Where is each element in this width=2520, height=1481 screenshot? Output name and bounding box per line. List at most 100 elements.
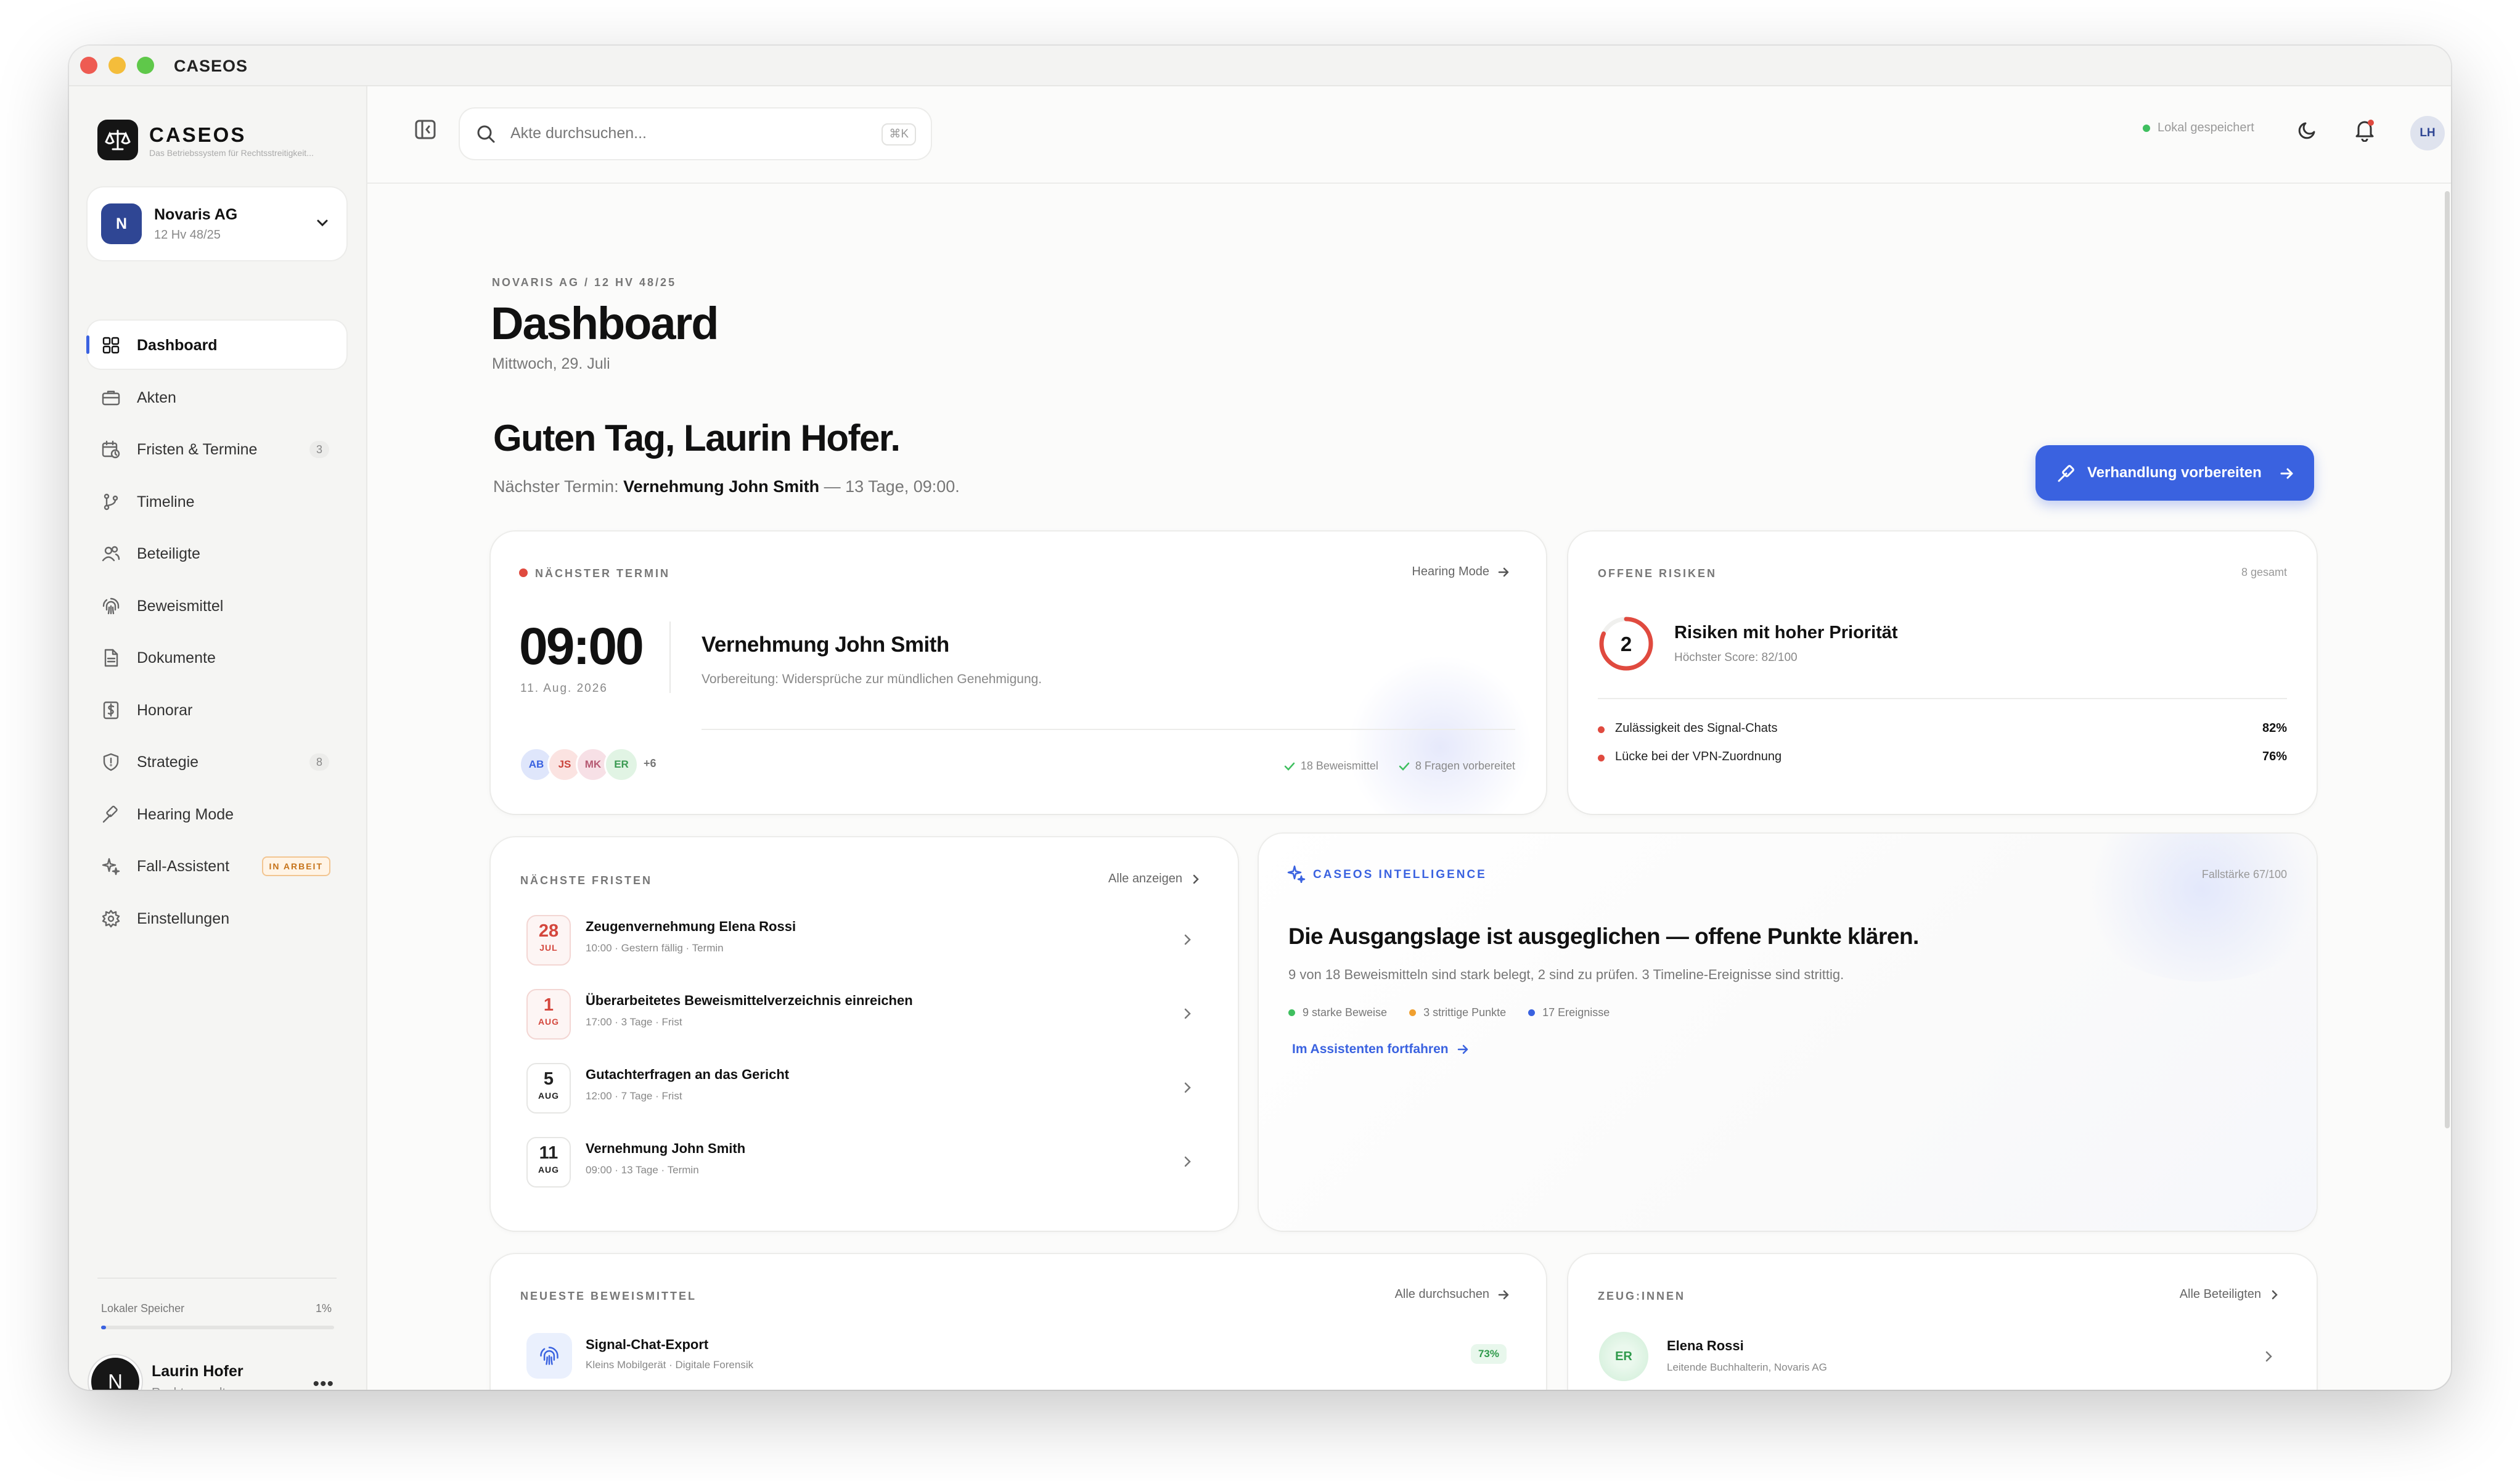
case-strength: Fallstärke 67/100	[2201, 868, 2287, 880]
page-title: Dashboard	[491, 298, 719, 349]
intelligence-title: Die Ausgangslage ist ausgeglichen — offe…	[1288, 924, 1919, 949]
storage-bar-fill	[101, 1326, 106, 1329]
active-indicator	[86, 335, 89, 354]
prepare-hearing-button[interactable]: Verhandlung vorbereiten	[2035, 445, 2314, 501]
bell-icon[interactable]	[2352, 117, 2377, 142]
sidebar-item-beweismittel[interactable]: Beweismittel	[88, 581, 346, 630]
sidebar-toggle-icon[interactable]	[414, 118, 436, 141]
evidence-title: Signal-Chat-Export	[586, 1337, 709, 1352]
sidebar-item-fall-assistent[interactable]: Fall-Assistent IN ARBEIT	[88, 842, 346, 890]
dollar-icon	[101, 700, 121, 720]
sparkles-icon	[101, 856, 121, 876]
sidebar-item-label: Dokumente	[137, 649, 216, 667]
intelligence-tag-label: 3 strittige Punkte	[1423, 1006, 1507, 1019]
scrollbar[interactable]	[2445, 191, 2450, 1128]
sidebar-item-timeline[interactable]: Timeline	[88, 477, 346, 525]
shield-icon	[101, 752, 121, 772]
risk-score: 82%	[2262, 721, 2287, 735]
sidebar-item-einstellungen[interactable]: Einstellungen	[88, 894, 346, 942]
deadline-meta: 10:00 · Gestern fällig · Termin	[586, 942, 724, 954]
fingerprint-icon	[526, 1333, 572, 1379]
check-icon	[1283, 760, 1296, 773]
evidence-meta: Kleins Mobilgerät · Digitale Forensik	[586, 1359, 754, 1371]
participant-avatar: ER	[604, 747, 639, 782]
next-appointment-line: Nächster Termin: Vernehmung John Smith —…	[493, 477, 960, 496]
sidebar-item-label: Einstellungen	[137, 909, 230, 927]
open-risks-card: OFFENE RISIKEN 8 gesamt 2 Risiken mit ho…	[1568, 531, 2317, 814]
hearing-mode-link[interactable]: Hearing Mode	[1412, 565, 1510, 579]
risk-count: 2	[1620, 633, 1632, 655]
sidebar-item-label: Beweismittel	[137, 597, 224, 615]
evidence-score-badge: 73%	[1470, 1344, 1507, 1364]
deadline-item[interactable]: 5 AUG Gutachterfragen an das Gericht 12:00 …	[522, 1063, 1207, 1130]
title-bar: CASEOS	[69, 46, 2451, 86]
save-status: Lokal gespeichert	[2143, 121, 2254, 135]
next-prefix: Nächster Termin:	[493, 477, 624, 496]
fingerprint-icon	[101, 596, 121, 616]
deadline-title: Gutachterfragen an das Gericht	[586, 1067, 790, 1082]
appointment-title: Vernehmung John Smith	[702, 633, 949, 657]
gear-icon	[101, 909, 121, 929]
sidebar-item-hearing-mode[interactable]: Hearing Mode	[88, 790, 346, 838]
sidebar-item-label: Beteiligte	[137, 545, 200, 562]
moon-icon[interactable]	[2296, 118, 2319, 142]
intelligence-tag-label: 9 starke Beweise	[1303, 1006, 1388, 1019]
save-status-label: Lokal gespeichert	[2158, 121, 2254, 134]
greeting-title: Guten Tag, Laurin Hofer.	[493, 417, 901, 459]
chevron-right-icon	[2261, 1349, 2276, 1364]
risk-dot-icon	[1598, 755, 1605, 761]
sidebar-item-label: Fristen & Termine	[137, 441, 258, 458]
arrow-right-icon	[1456, 1043, 1470, 1056]
user-card[interactable]: N Laurin Hofer Rechtsanwalt •••	[91, 1358, 350, 1390]
all-participants-link[interactable]: Alle Beteiligten	[2180, 1287, 2281, 1302]
user-avatar-menu[interactable]: LH	[2410, 116, 2451, 150]
deadlines-label: NÄCHSTE FRISTEN	[520, 874, 653, 887]
deadline-month: AUG	[538, 1017, 560, 1027]
sidebar-item-dashboard[interactable]: Dashboard	[86, 321, 346, 369]
close-window-button[interactable]	[80, 57, 97, 74]
sidebar-item-honorar[interactable]: Honorar	[88, 686, 346, 734]
search-bar[interactable]: Akte durchsuchen... ⌘K	[460, 109, 931, 159]
sidebar-item-fristen-termine[interactable]: Fristen & Termine 3	[88, 425, 346, 473]
zoom-window-button[interactable]	[137, 57, 154, 74]
deadline-item[interactable]: 1 AUG Überarbeitetes Beweismittelverzeichn…	[522, 989, 1207, 1056]
sidebar-item-beteiligte[interactable]: Beteiligte	[88, 529, 346, 577]
witness-item[interactable]: ER Elena Rossi Leitende Buchhalterin, Nova…	[1599, 1332, 2286, 1390]
count-badge: 3	[309, 441, 329, 458]
user-name: Laurin Hofer	[152, 1363, 243, 1380]
sidebar: CASEOS Das Betriebssystem für Rechtsstre…	[69, 86, 367, 1390]
case-switcher[interactable]: N Novaris AG 12 Hv 48/25	[88, 187, 346, 260]
card-glow	[1348, 655, 1532, 814]
search-input[interactable]: Akte durchsuchen...	[510, 125, 647, 142]
browse-all-link[interactable]: Alle durchsuchen	[1395, 1287, 1510, 1302]
evidence-item[interactable]: Signal-Chat-Export Kleins Mobilgerät · Di…	[522, 1329, 1515, 1390]
count-badge: 8	[309, 753, 329, 771]
sidebar-item-label: Honorar	[137, 701, 193, 719]
git-branch-icon	[101, 492, 121, 512]
sidebar-item-akten[interactable]: Akten	[88, 373, 346, 421]
deadline-date-box: 1 AUG	[526, 989, 571, 1040]
deadline-item[interactable]: 28 JUL Zeugenvernehmung Elena Rossi 10:00 ·…	[522, 915, 1207, 982]
minimize-window-button[interactable]	[108, 57, 126, 74]
deadline-meta: 09:00 · 13 Tage · Termin	[586, 1164, 699, 1176]
sidebar-item-dokumente[interactable]: Dokumente	[88, 633, 346, 681]
status-dot-icon	[2143, 124, 2150, 132]
deadline-title: Vernehmung John Smith	[586, 1141, 746, 1156]
brand: CASEOS Das Betriebssystem für Rechtsstre…	[97, 120, 356, 164]
witnesses-card: ZEUG:INNEN Alle Beteiligten ER Elena Ross…	[1568, 1254, 2317, 1390]
sparkles-icon	[1287, 864, 1306, 883]
sidebar-item-strategie[interactable]: Strategie 8	[88, 737, 346, 786]
risk-item[interactable]: Zulässigkeit des Signal-Chats 82%	[1598, 720, 2287, 741]
risk-score: 76%	[2262, 750, 2287, 763]
scale-logo-icon	[97, 120, 138, 160]
deadline-day: 1	[543, 995, 554, 1015]
storage-label: Lokaler Speicher	[101, 1302, 185, 1315]
appointment-desc: Vorbereitung: Widersprüche zur mündliche…	[702, 672, 1042, 686]
risk-item[interactable]: Lücke bei der VPN-Zuordnung 76%	[1598, 749, 2287, 769]
check-icon	[1398, 760, 1410, 773]
deadlines-card: NÄCHSTE FRISTEN Alle anzeigen 28 JUL Zeuge…	[491, 837, 1238, 1231]
more-options-icon[interactable]: •••	[313, 1374, 334, 1390]
continue-assistant-link[interactable]: Im Assistenten fortfahren	[1292, 1042, 1470, 1057]
show-all-deadlines-link[interactable]: Alle anzeigen	[1108, 872, 1202, 886]
deadline-item[interactable]: 11 AUG Vernehmung John Smith 09:00 · 13 Tag…	[522, 1137, 1207, 1204]
